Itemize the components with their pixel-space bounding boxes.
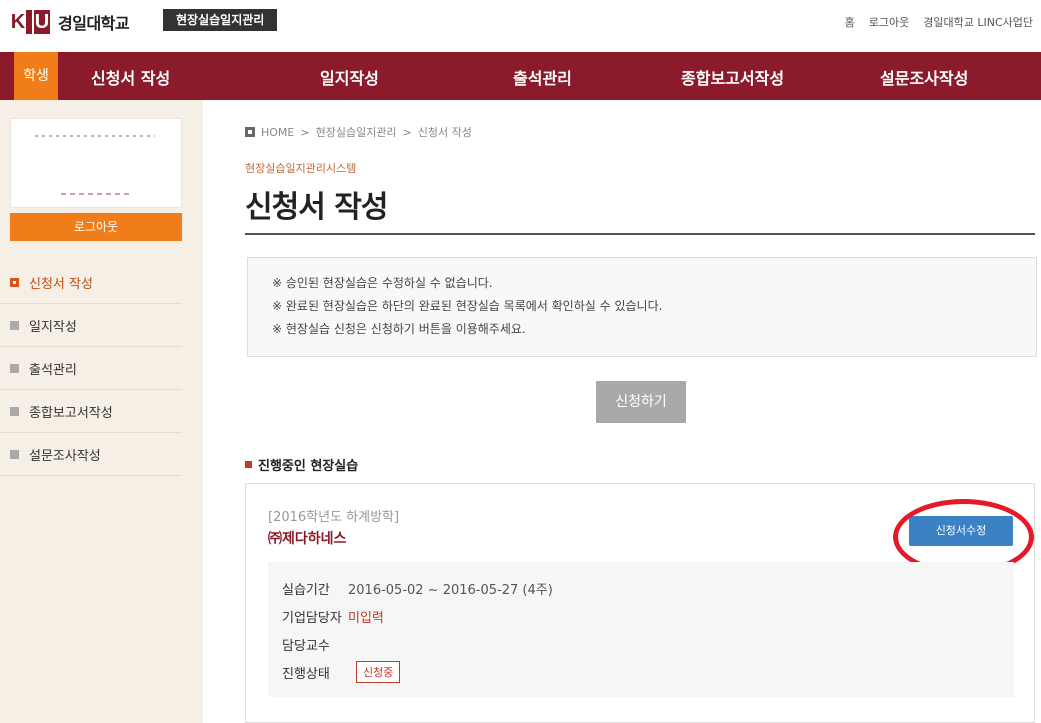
notice-box: ※ 승인된 현장실습은 수정하실 수 없습니다. ※ 완료된 현장실습은 하단의…	[247, 257, 1037, 357]
notice-line: ※ 현장실습 신청은 신청하기 버튼을 이용해주세요.	[272, 322, 526, 336]
detail-row-status: 진행상태 신청중	[280, 658, 1002, 686]
breadcrumb-separator: >	[300, 125, 310, 139]
detail-value: 2016-05-02 ~ 2016-05-27 (4주)	[348, 582, 553, 598]
main-nav: 학생 신청서 작성 일지작성 출석관리 종합보고서작성 설문조사작성	[0, 52, 1041, 117]
status-badge: 신청중	[356, 661, 401, 683]
bullet-icon	[10, 277, 19, 287]
kiu-logo-mark: K U	[10, 10, 50, 34]
nav-item-survey[interactable]: 설문조사작성	[880, 65, 968, 89]
bullet-icon	[10, 406, 19, 416]
internship-details: 실습기간 2016-05-02 ~ 2016-05-27 (4주) 기업담당자 …	[268, 562, 1014, 697]
sidebar-item-attendance[interactable]: 출석관리	[0, 347, 182, 390]
edit-application-button[interactable]: 신청서수정	[909, 516, 1013, 546]
university-name: 경일대학교	[58, 14, 130, 33]
title-divider	[245, 233, 1035, 235]
notice-line: ※ 승인된 현장실습은 수정하실 수 없습니다.	[272, 276, 493, 290]
sidebar-item-survey[interactable]: 설문조사작성	[0, 433, 182, 476]
breadcrumb: HOME > 현장실습일지관리 > 신청서 작성	[245, 124, 472, 140]
utility-links: 홈 로그아웃 경일대학교 LINC사업단	[845, 14, 1033, 30]
sidebar-item-report[interactable]: 종합보고서작성	[0, 390, 182, 433]
sidebar-item-application[interactable]: 신청서 작성	[0, 261, 182, 304]
section-title-text: 진행중인 현장실습	[258, 459, 359, 474]
home-link[interactable]: 홈	[845, 14, 855, 30]
breadcrumb-current: 신청서 작성	[417, 126, 472, 139]
bullet-icon	[10, 320, 19, 330]
nav-item-journal[interactable]: 일지작성	[320, 65, 379, 89]
bullet-icon	[245, 461, 252, 468]
detail-row-manager: 기업담당자 미입력	[280, 602, 1002, 630]
logout-link[interactable]: 로그아웃	[869, 14, 909, 30]
sidebar-item-journal[interactable]: 일지작성	[0, 304, 182, 347]
detail-value: 미입력	[348, 610, 384, 626]
role-tab-student[interactable]: 학생	[14, 52, 58, 117]
sidebar-item-label: 출석관리	[29, 362, 77, 378]
system-badge[interactable]: 현장실습일지관리	[163, 9, 278, 31]
detail-label: 담당교수	[282, 638, 330, 654]
page-title: 신청서 작성	[245, 190, 388, 225]
detail-row-professor: 담당교수	[280, 630, 1002, 658]
breadcrumb-home[interactable]: HOME	[261, 126, 294, 139]
sidebar-item-label: 설문조사작성	[29, 448, 101, 464]
sidebar-item-label: 신청서 작성	[29, 276, 93, 292]
bullet-icon	[10, 449, 19, 459]
nav-item-application[interactable]: 신청서 작성	[91, 65, 170, 89]
profile-card	[10, 118, 182, 208]
nav-item-report[interactable]: 종합보고서작성	[681, 65, 784, 89]
detail-label: 기업담당자	[282, 610, 342, 626]
sidebar-item-label: 일지작성	[29, 319, 77, 335]
linc-link[interactable]: 경일대학교 LINC사업단	[923, 14, 1033, 30]
top-bar: K U 경일대학교 현장실습일지관리 홈 로그아웃 경일대학교 LINC사업단	[0, 0, 1041, 52]
section-title: 진행중인 현장실습	[245, 455, 358, 474]
profile-name-redacted	[35, 135, 155, 137]
university-logo[interactable]: K U 경일대학교	[10, 10, 130, 34]
side-menu: 신청서 작성 일지작성 출석관리 종합보고서작성 설문조사작성	[0, 261, 182, 476]
home-icon	[245, 127, 255, 137]
internship-term: [2016학년도 하계방학]	[268, 510, 400, 525]
sidebar-logout-button[interactable]: 로그아웃	[10, 213, 182, 241]
breadcrumb-separator: >	[402, 125, 412, 139]
detail-row-period: 실습기간 2016-05-02 ~ 2016-05-27 (4주)	[280, 574, 1002, 602]
internship-card: [2016학년도 하계방학] ㈜제다하네스 신청서수정 실습기간 2016-05…	[245, 483, 1035, 723]
bullet-icon	[10, 363, 19, 373]
notice-line: ※ 완료된 현장실습은 하단의 완료된 현장실습 목록에서 확인하실 수 있습니…	[272, 299, 663, 313]
detail-label: 진행상태	[282, 666, 330, 682]
nav-item-attendance[interactable]: 출석관리	[513, 65, 572, 89]
profile-id-redacted	[61, 193, 131, 195]
breadcrumb-item[interactable]: 현장실습일지관리	[316, 124, 397, 140]
system-name: 현장실습일지관리시스템	[245, 162, 357, 175]
company-name: ㈜제다하네스	[268, 531, 347, 547]
detail-label: 실습기간	[282, 582, 330, 598]
apply-button[interactable]: 신청하기	[596, 381, 686, 423]
sidebar-item-label: 종합보고서작성	[29, 405, 113, 421]
sidebar: 로그아웃 신청서 작성 일지작성 출석관리 종합보고서작성 설문조사작성	[0, 100, 203, 723]
